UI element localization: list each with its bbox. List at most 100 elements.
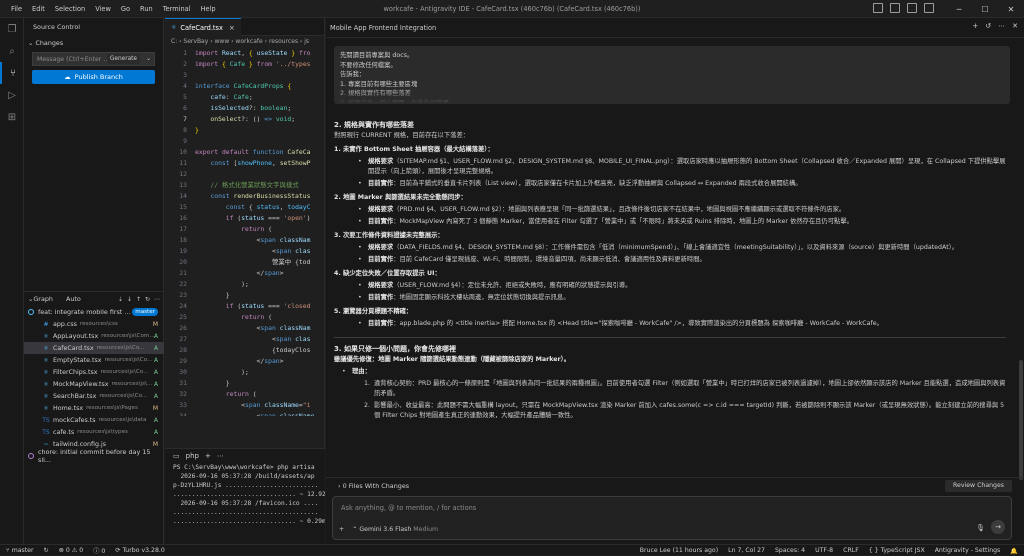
- scrollbar-thumb[interactable]: [1019, 360, 1023, 480]
- chat-input[interactable]: Ask anything, @ to mention, / for action…: [332, 496, 1012, 540]
- graph-header[interactable]: ⌄ Graph Auto ⇣ ↓ ↑ ↻ ⋯: [24, 292, 164, 306]
- menu-help[interactable]: Help: [196, 5, 221, 13]
- changed-file-item[interactable]: ⚛ CafeCard.tsx resources\js\Co... A: [24, 342, 164, 354]
- language-status[interactable]: { } TypeScript JSX: [869, 547, 925, 554]
- tab-cafecard[interactable]: ⚛ CafeCard.tsx ×: [165, 18, 241, 36]
- file-type-icon: ⚛: [43, 380, 49, 388]
- terminal-output: PS C:\ServBay\www\workcafe> php artisa 2…: [165, 463, 325, 526]
- publish-branch-button[interactable]: ☁ Publish Branch: [32, 70, 155, 84]
- chat-scrollbar[interactable]: [1018, 40, 1024, 480]
- file-path: resources\js\data: [98, 417, 147, 423]
- close-panel-icon[interactable]: ✕: [1012, 22, 1018, 30]
- turbo-status[interactable]: ⟳ Turbo v3.28.0: [115, 547, 164, 554]
- branch-status[interactable]: ⑂ master: [6, 547, 34, 554]
- tab-label: CafeCard.tsx: [180, 23, 223, 32]
- more-icon[interactable]: ⋯: [154, 296, 160, 303]
- file-name: AppLayout.tsx: [53, 332, 99, 340]
- activity-bar: ❐ ⌕ ⑂ ▷ ⊞: [0, 18, 24, 544]
- bell-icon[interactable]: 🔔: [1010, 547, 1018, 555]
- terminal-tab[interactable]: php: [186, 452, 199, 460]
- changed-file-item[interactable]: ⚛ FilterChips.tsx resources\js\Co... A: [24, 366, 164, 378]
- status-left: ⑂ master ↻ ⊗ 0 ⚠ 0 ⓘ 0 ⟳ Turbo v3.28.0: [6, 545, 165, 556]
- files-changed-bar[interactable]: › 0 Files With Changes Review Changes: [326, 477, 1024, 494]
- encoding-status[interactable]: UTF-8: [815, 547, 833, 554]
- changed-file-item[interactable]: # app.css resources\css M: [24, 318, 164, 330]
- terminal-panel[interactable]: ▭ php + ⋯ PS C:\ServBay\www\workcafe> ph…: [165, 448, 325, 544]
- changed-file-item[interactable]: TS cafe.ts resources\js\types A: [24, 426, 164, 438]
- menu-run[interactable]: Run: [135, 5, 158, 13]
- status-right: Bruce Lee (11 hours ago) Ln 7, Col 27 Sp…: [640, 545, 1018, 556]
- model-selector[interactable]: ⌃ Gemini 3.6 Flash Medium: [352, 526, 438, 533]
- breadcrumb[interactable]: C: › ServBay › www › workcafe › resource…: [165, 36, 324, 48]
- code-view[interactable]: 1 import React, { useState } fro 2 import …: [165, 48, 324, 416]
- explorer-icon[interactable]: ❐: [0, 18, 24, 40]
- changed-file-item[interactable]: ⚛ MockMapView.tsx resources\js\... A: [24, 378, 164, 390]
- changed-file-item[interactable]: ⚛ Home.tsx resources\js\Pages M: [24, 402, 164, 414]
- menu-view[interactable]: View: [90, 5, 116, 13]
- changed-file-item[interactable]: TS mockCafes.ts resources\js\data A: [24, 414, 164, 426]
- menu-terminal[interactable]: Terminal: [158, 5, 196, 13]
- close-window-icon[interactable]: ✕: [998, 0, 1024, 18]
- source-control-icon[interactable]: ⑂: [0, 62, 24, 84]
- changed-files-list: # app.css resources\css M ⚛ AppLayout.tsx reso…: [24, 318, 164, 450]
- menu-file[interactable]: File: [6, 5, 27, 13]
- microphone-icon[interactable]: 🎙: [976, 524, 985, 532]
- file-path: resources\js\Co...: [104, 357, 153, 363]
- add-context-icon[interactable]: +: [339, 526, 344, 533]
- gap-impl: • 目前實作：MockMapView 內寫死了 3 個靜態 Marker，當使用者…: [358, 218, 853, 225]
- publish-branch-label: Publish Branch: [74, 73, 123, 81]
- close-tab-icon[interactable]: ×: [229, 24, 235, 32]
- graph-auto-label[interactable]: Auto: [66, 295, 81, 303]
- graph-commit-current[interactable]: feat: integrate mobile first ... master: [24, 306, 164, 318]
- send-button[interactable]: →: [991, 520, 1005, 534]
- changed-file-item[interactable]: ⚛ SearchBar.tsx resources\js\Co... A: [24, 390, 164, 402]
- pull-icon[interactable]: ↓: [127, 296, 132, 303]
- divider: [334, 337, 1006, 338]
- problems-status[interactable]: ⊗ 0 ⚠ 0: [59, 547, 84, 554]
- terminal-more-icon[interactable]: ⋯: [217, 452, 224, 460]
- gap-impl: • 目前實作：目前 CafeCard 僅呈現插座、Wi-Fi、時間限制，環境音量四…: [358, 256, 706, 263]
- chat-more-icon[interactable]: ⋯: [998, 22, 1005, 30]
- maximize-icon[interactable]: ☐: [972, 0, 998, 18]
- account-status[interactable]: Antigravity - Settings: [935, 547, 1001, 554]
- sidebar-title: Source Control: [33, 23, 81, 31]
- git-blame-status[interactable]: Bruce Lee (11 hours ago): [640, 547, 718, 554]
- minimize-icon[interactable]: ─: [946, 0, 972, 18]
- push-icon[interactable]: ↑: [136, 296, 141, 303]
- menu-go[interactable]: Go: [116, 5, 135, 13]
- chevron-down-icon[interactable]: ⌄: [146, 55, 151, 62]
- eol-status[interactable]: CRLF: [843, 547, 859, 554]
- customize-layout-icon[interactable]: [924, 3, 934, 13]
- cursor-position[interactable]: Ln 7, Col 27: [728, 547, 765, 554]
- file-status: A: [153, 356, 158, 364]
- sync-icon[interactable]: ↻: [44, 547, 49, 554]
- section-3-intro: 雖議優先修復：地圖 Marker 隨篩選結果動態連動（隱藏被篩除店家的 Mark…: [334, 356, 571, 363]
- file-type-icon: TS: [42, 428, 50, 436]
- commit-message-input[interactable]: Message (Ctrl+Enter ... Generate ⌄: [32, 52, 155, 66]
- info-status[interactable]: ⓘ 0: [93, 546, 105, 555]
- toggle-panel-icon[interactable]: [890, 3, 900, 13]
- extensions-icon[interactable]: ⊞: [0, 106, 24, 128]
- fetch-icon[interactable]: ⇣: [118, 296, 123, 303]
- user-message-line: 先閱讀目前專案與 docs。: [340, 52, 414, 59]
- changed-file-item[interactable]: ⚛ AppLayout.tsx resources\js\Com... A: [24, 330, 164, 342]
- review-changes-button[interactable]: Review Changes: [945, 480, 1012, 492]
- indentation-status[interactable]: Spaces: 4: [775, 547, 805, 554]
- react-icon: ⚛: [171, 24, 177, 31]
- generate-button[interactable]: Generate: [106, 54, 140, 64]
- menu-bar: File Edit Selection View Go Run Terminal…: [6, 0, 221, 18]
- menu-edit[interactable]: Edit: [27, 5, 50, 13]
- run-debug-icon[interactable]: ▷: [0, 84, 24, 106]
- refresh-icon[interactable]: ↻: [145, 296, 150, 303]
- history-icon[interactable]: ↺: [985, 22, 991, 30]
- new-chat-icon[interactable]: +: [972, 22, 978, 30]
- toggle-secondary-sidebar-icon[interactable]: [907, 3, 917, 13]
- new-terminal-icon[interactable]: +: [205, 452, 211, 460]
- file-status: A: [153, 392, 158, 400]
- toggle-sidebar-icon[interactable]: [873, 3, 883, 13]
- menu-selection[interactable]: Selection: [50, 5, 90, 13]
- search-icon[interactable]: ⌕: [0, 40, 24, 62]
- graph-commit-initial[interactable]: chore: initial commit before day 15 sli.…: [24, 448, 164, 464]
- changed-file-item[interactable]: ⚛ EmptyState.tsx resources\js\Co... A: [24, 354, 164, 366]
- changes-section-header[interactable]: ⌄ Changes: [24, 36, 163, 50]
